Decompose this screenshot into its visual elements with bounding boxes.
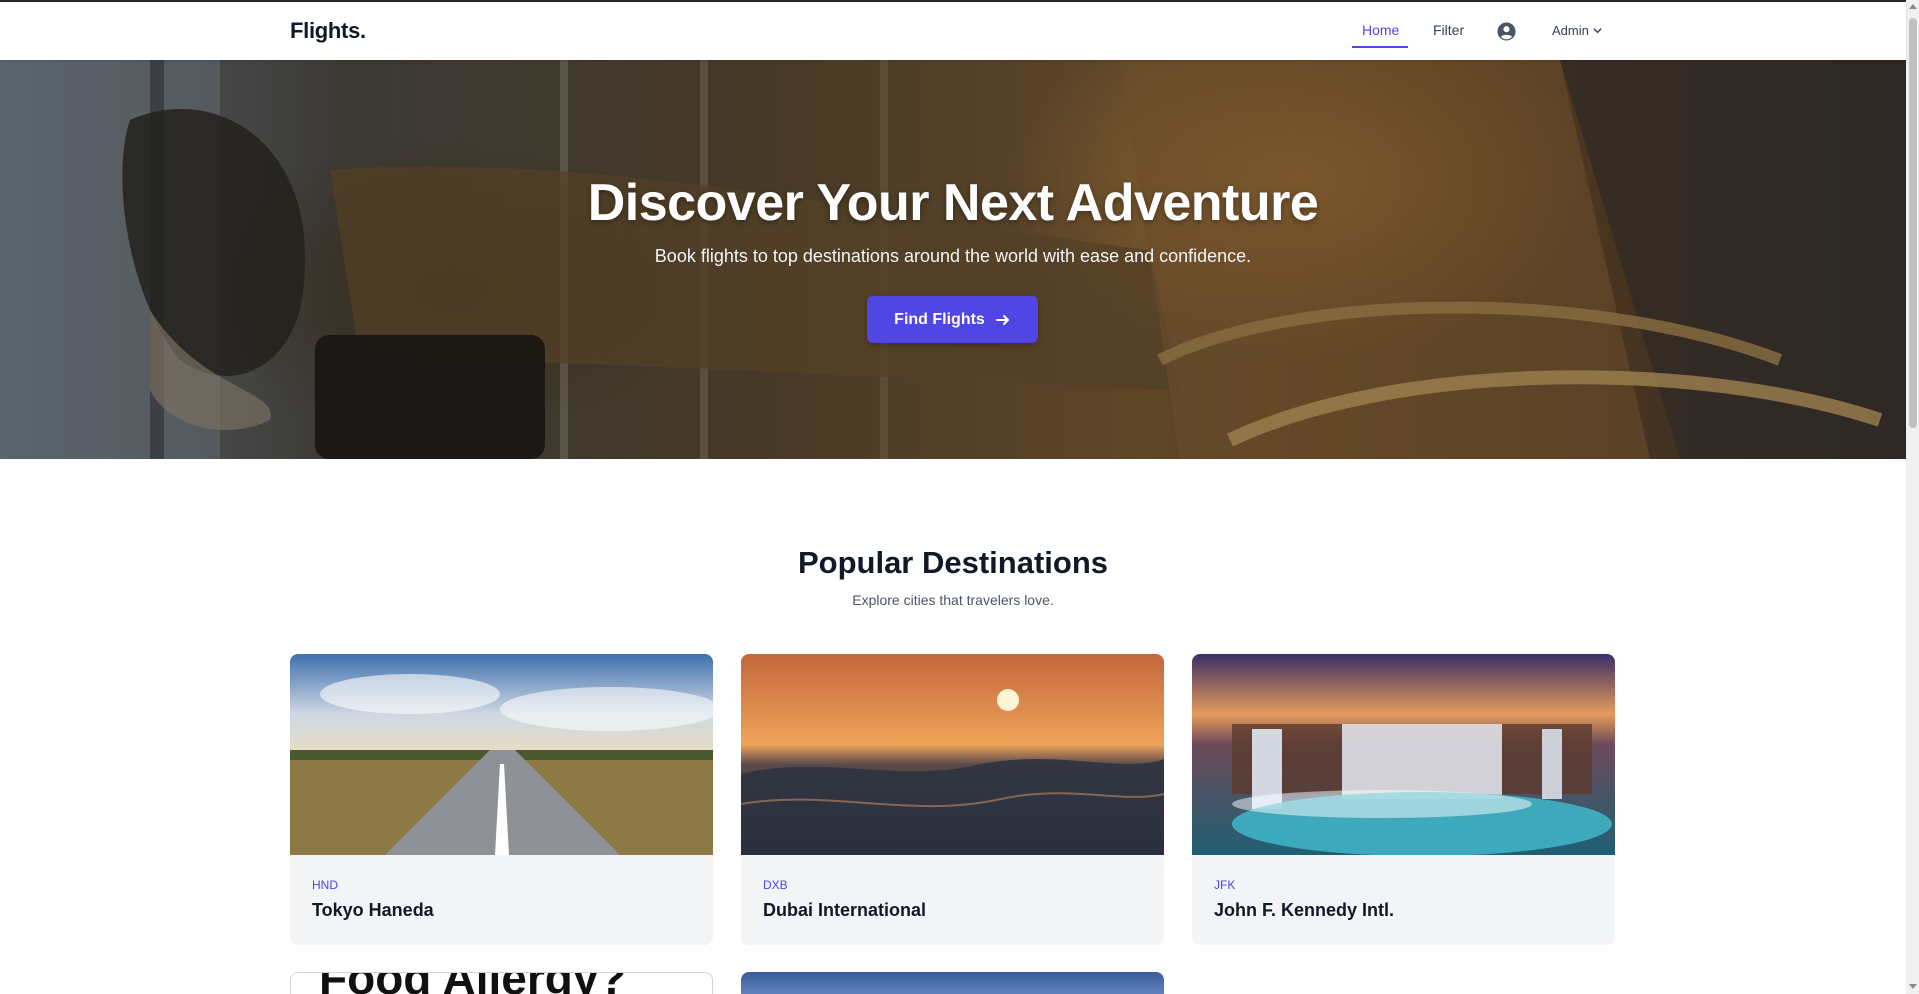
navbar: Flights. Home Filter Admin	[0, 2, 1906, 60]
admin-label: Admin	[1552, 23, 1589, 38]
destination-card[interactable]: JFK John F. Kennedy Intl.	[1192, 654, 1615, 945]
page-scrollbar[interactable]	[1906, 0, 1919, 994]
destination-card-partial[interactable]: Food Allergy?	[290, 972, 713, 994]
scroll-up-arrow-icon[interactable]	[1909, 4, 1917, 9]
airport-code: HND	[312, 878, 338, 892]
scroll-down-arrow-icon[interactable]	[1909, 984, 1917, 989]
brand-logo[interactable]: Flights.	[290, 18, 366, 44]
destination-card[interactable]: HND Tokyo Haneda	[290, 654, 713, 945]
partial-card-text: Food Allergy?	[319, 973, 627, 994]
airport-code: DXB	[763, 878, 788, 892]
scrollbar-thumb[interactable]	[1909, 18, 1917, 428]
airport-name: Dubai International	[763, 900, 927, 920]
destination-image	[290, 654, 713, 855]
nav-link-filter[interactable]: Filter	[1433, 22, 1464, 38]
user-circle-icon[interactable]	[1497, 22, 1516, 41]
destination-card-partial[interactable]	[741, 972, 1164, 994]
active-tab-indicator	[1352, 46, 1408, 48]
destination-image	[1192, 654, 1615, 855]
hero-title: Discover Your Next Adventure	[587, 174, 1319, 232]
admin-menu[interactable]: Admin	[1552, 23, 1603, 38]
section-subtitle: Explore cities that travelers love.	[852, 592, 1054, 608]
find-flights-button[interactable]: Find Flights	[867, 296, 1038, 343]
section-title: Popular Destinations	[797, 545, 1109, 580]
hero-section: Discover Your Next Adventure Book flight…	[0, 60, 1906, 459]
airport-code: JFK	[1214, 878, 1236, 892]
find-flights-label: Find Flights	[894, 310, 985, 328]
arrow-right-icon	[995, 314, 1009, 325]
destination-card[interactable]: DXB Dubai International	[741, 654, 1164, 945]
airport-name: Tokyo Haneda	[312, 900, 434, 920]
nav-link-home[interactable]: Home	[1362, 22, 1399, 38]
airport-name: John F. Kennedy Intl.	[1214, 900, 1395, 920]
hero-subtitle: Book flights to top destinations around …	[654, 246, 1252, 266]
destination-image	[741, 654, 1164, 855]
chevron-down-icon	[1593, 28, 1602, 34]
